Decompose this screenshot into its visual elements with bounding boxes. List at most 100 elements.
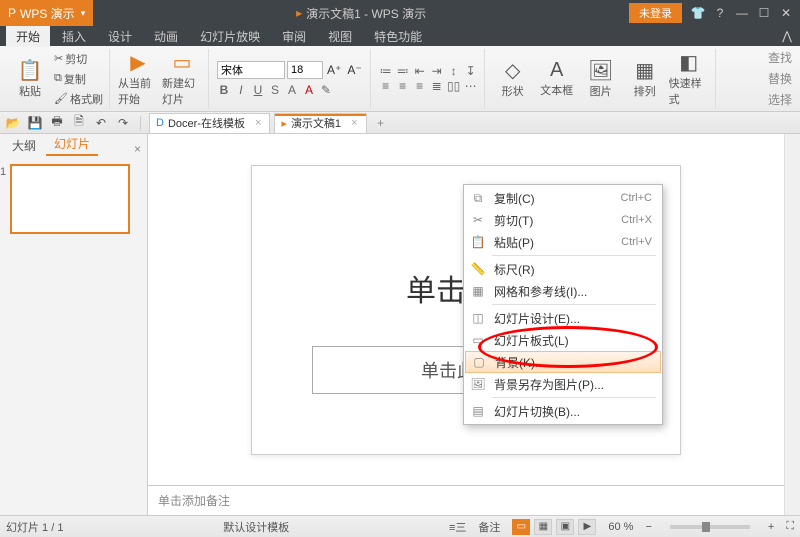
font-color-button[interactable]: A — [302, 83, 316, 97]
quick-style-button[interactable]: ◧快速样式 — [669, 51, 709, 107]
menu-slide-layout[interactable]: ▭幻灯片板式(L) — [464, 329, 662, 351]
zoom-thumb[interactable] — [702, 522, 710, 532]
open-icon[interactable]: 📂 — [4, 116, 22, 130]
slideshow-view-button[interactable]: ▶ — [578, 519, 596, 535]
doc-tab-presentation[interactable]: ▸ 演示文稿1 × — [274, 113, 366, 133]
cut-button[interactable]: ✂剪切 — [54, 51, 103, 67]
slides-tab[interactable]: 幻灯片 — [46, 133, 98, 156]
redo-icon[interactable]: ↷ — [114, 116, 132, 130]
bullets-button[interactable]: ≔ — [379, 65, 393, 77]
print-icon[interactable]: 🖶 — [48, 112, 66, 133]
menu-save-bg[interactable]: 🖼背景另存为图片(P)... — [464, 373, 662, 395]
menu-grid[interactable]: ▦网格和参考线(I)... — [464, 280, 662, 302]
arrange-button[interactable]: ▦排列 — [625, 51, 665, 107]
zoom-slider[interactable] — [670, 525, 750, 529]
align-left-button[interactable]: ≡ — [379, 80, 393, 92]
menu-transition[interactable]: ▤幻灯片切换(B)... — [464, 400, 662, 422]
sorter-view-button[interactable]: ▦ — [534, 519, 552, 535]
zoom-percent[interactable]: 60 % — [608, 521, 633, 533]
align-justify-button[interactable]: ≣ — [430, 80, 444, 92]
font-size-select[interactable] — [287, 61, 323, 79]
tab-insert[interactable]: 插入 — [52, 26, 96, 47]
statusbar: 幻灯片 1 / 1 默认设计模板 ≡三 备注 ▭ ▦ ▣ ▶ 60 % − + … — [0, 515, 800, 537]
help-icon[interactable]: ? — [710, 6, 730, 20]
brush-icon: 🖌 — [54, 92, 68, 105]
zoom-out-button[interactable]: − — [645, 521, 651, 533]
fit-button[interactable]: ⛶ — [786, 520, 794, 533]
format-painter-button[interactable]: 🖌格式刷 — [54, 91, 103, 107]
zoom-in-button[interactable]: + — [768, 521, 774, 533]
tab-design[interactable]: 设计 — [98, 26, 142, 47]
replace-button[interactable]: 替换 — [768, 70, 792, 87]
copy-button[interactable]: ⧉复制 — [54, 71, 103, 87]
menu-cut[interactable]: ✂剪切(T)Ctrl+X — [464, 209, 662, 231]
tab-start[interactable]: 开始 — [6, 26, 50, 47]
slide-counter: 幻灯片 1 / 1 — [6, 519, 63, 535]
indent-dec-button[interactable]: ⇤ — [413, 65, 427, 77]
reading-view-button[interactable]: ▣ — [556, 519, 574, 535]
save-icon[interactable]: 💾 — [26, 116, 44, 130]
maximize-button[interactable]: ☐ — [754, 6, 774, 20]
doc-tab-docer[interactable]: D Docer-在线模板 × — [149, 113, 270, 133]
side-tabs: 大纲 幻灯片 × — [0, 134, 147, 156]
tab-view[interactable]: 视图 — [318, 26, 362, 47]
close-panel-icon[interactable]: × — [134, 142, 141, 156]
text-direction-button[interactable]: ↧ — [464, 65, 478, 77]
tab-special[interactable]: 特色功能 — [364, 26, 432, 47]
notes-pane[interactable]: 单击添加备注 — [148, 485, 784, 515]
menu-ruler[interactable]: 📏标尺(R) — [464, 258, 662, 280]
close-tab-icon[interactable]: × — [255, 117, 261, 129]
align-more-button[interactable]: ⋯ — [464, 80, 478, 92]
from-current-button[interactable]: ▶ 从当前开始 — [118, 51, 158, 107]
add-tab-button[interactable]: + — [371, 116, 391, 130]
align-center-button[interactable]: ≡ — [396, 80, 410, 92]
line-spacing-button[interactable]: ↕ — [447, 65, 461, 77]
align-right-button[interactable]: ≡ — [413, 80, 427, 92]
print-preview-icon[interactable]: 🗎 — [70, 112, 88, 133]
increase-font-icon[interactable]: A⁺ — [325, 63, 343, 77]
thumbnail-list: 1 — [0, 156, 147, 515]
minimize-button[interactable]: — — [732, 6, 752, 20]
picture-button[interactable]: 🖼图片 — [581, 51, 621, 107]
doc-tab-label: 演示文稿1 — [291, 115, 341, 131]
slide-thumbnail[interactable]: 1 — [10, 164, 130, 234]
columns-button[interactable]: ▯▯ — [447, 80, 461, 92]
normal-view-button[interactable]: ▭ — [512, 519, 530, 535]
strike-button[interactable]: S — [268, 83, 282, 97]
decrease-font-icon[interactable]: A⁻ — [345, 63, 363, 77]
underline-button[interactable]: U — [251, 83, 265, 97]
close-tab-icon[interactable]: × — [351, 117, 357, 129]
tab-animation[interactable]: 动画 — [144, 26, 188, 47]
app-menu-button[interactable]: P WPS 演示 ▾ — [0, 0, 93, 26]
menu-paste[interactable]: 📋粘贴(P)Ctrl+V — [464, 231, 662, 253]
notes-toggle[interactable]: 备注 — [478, 519, 500, 535]
new-slide-icon: ▭ — [173, 50, 192, 75]
menu-background[interactable]: ▢背景(K)... — [465, 351, 661, 373]
ribbon-tabs: 开始 插入 设计 动画 幻灯片放映 审阅 视图 特色功能 ⋀ — [0, 26, 800, 46]
textbox-button[interactable]: A文本框 — [537, 51, 577, 107]
find-button[interactable]: 查找 — [768, 49, 792, 66]
numbering-button[interactable]: ≕ — [396, 65, 410, 77]
paste-button[interactable]: 📋 粘贴 — [10, 51, 50, 107]
tab-slideshow[interactable]: 幻灯片放映 — [190, 26, 270, 47]
menu-copy[interactable]: ⧉复制(C)Ctrl+C — [464, 187, 662, 209]
undo-icon[interactable]: ↶ — [92, 116, 110, 130]
spellcheck-icon[interactable]: ≡三 — [449, 519, 466, 535]
vertical-scrollbar[interactable] — [784, 134, 800, 515]
ribbon-help-icon[interactable]: ⋀ — [782, 29, 792, 43]
close-button[interactable]: ✕ — [776, 6, 796, 20]
italic-button[interactable]: I — [234, 83, 248, 97]
menu-slide-design[interactable]: ◫幻灯片设计(E)... — [464, 307, 662, 329]
skin-icon[interactable]: 👕 — [688, 6, 708, 20]
new-slide-button[interactable]: ▭ 新建幻灯片 — [162, 51, 202, 107]
shadow-button[interactable]: A — [285, 83, 299, 97]
highlight-button[interactable]: ✎ — [319, 83, 333, 97]
login-button[interactable]: 未登录 — [629, 3, 682, 23]
tab-review[interactable]: 审阅 — [272, 26, 316, 47]
outline-tab[interactable]: 大纲 — [4, 135, 44, 156]
indent-inc-button[interactable]: ⇥ — [430, 65, 444, 77]
bold-button[interactable]: B — [217, 83, 231, 97]
shape-button[interactable]: ◇形状 — [493, 51, 533, 107]
font-name-select[interactable] — [217, 61, 285, 79]
select-button[interactable]: 选择 — [768, 91, 792, 108]
